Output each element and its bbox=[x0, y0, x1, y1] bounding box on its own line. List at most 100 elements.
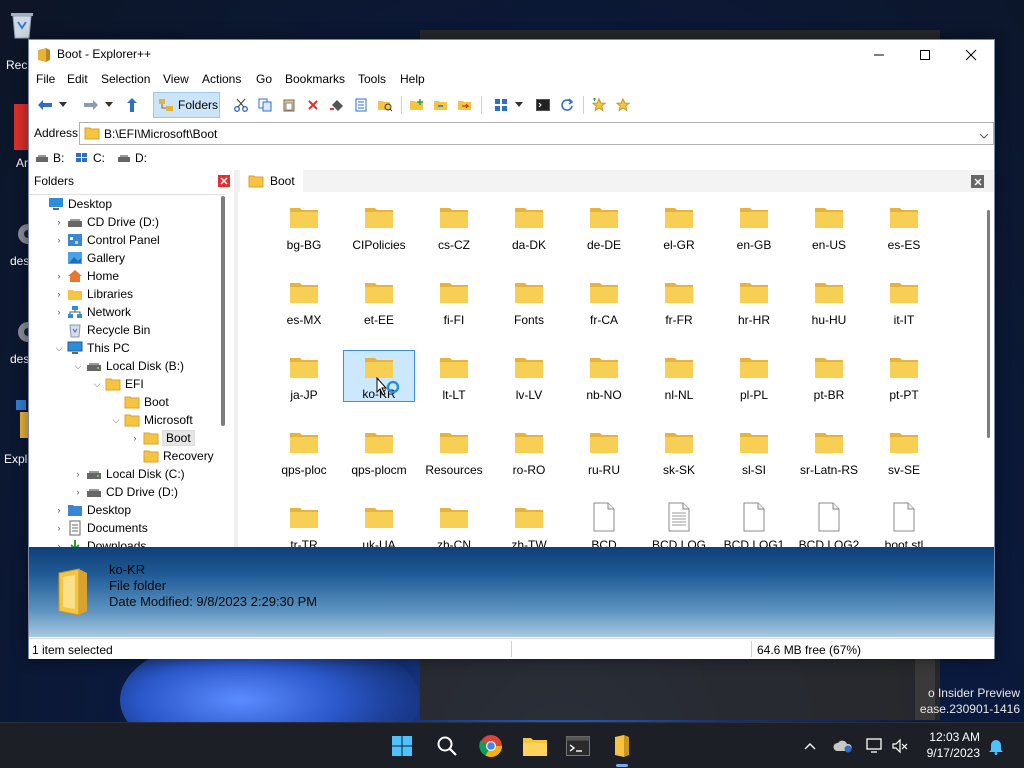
file-item-bcd[interactable]: BCD bbox=[568, 500, 640, 547]
folder-item-hr-hr[interactable]: hr-HR bbox=[718, 275, 790, 327]
chevron-down-icon[interactable]: ⌵ bbox=[53, 339, 65, 357]
properties-icon[interactable] bbox=[351, 95, 371, 115]
bookmark-add-icon[interactable] bbox=[589, 95, 609, 115]
folder-item-hu-hu[interactable]: hu-HU bbox=[793, 275, 865, 327]
folder-item-fr-ca[interactable]: fr-CA bbox=[568, 275, 640, 327]
app-desktop-icon[interactable] bbox=[14, 104, 28, 150]
menu-view[interactable]: View bbox=[163, 72, 189, 86]
folder-item-sr-latn-rs[interactable]: sr-Latn-RS bbox=[793, 425, 865, 477]
move-to-folder-icon[interactable] bbox=[455, 95, 475, 115]
volume-muted-icon[interactable] bbox=[888, 731, 912, 761]
refresh-icon[interactable] bbox=[557, 95, 577, 115]
folder-item-ko-kr[interactable]: ko-KR bbox=[343, 350, 415, 402]
folder-item-cipolicies[interactable]: CIPolicies bbox=[343, 200, 415, 252]
folder-item-tr-tr[interactable]: tr-TR bbox=[268, 500, 340, 547]
chevron-right-icon[interactable]: › bbox=[72, 483, 84, 501]
folders-pane-close-button[interactable] bbox=[218, 175, 230, 187]
folder-item-ru-ru[interactable]: ru-RU bbox=[568, 425, 640, 477]
views-dropdown-button[interactable] bbox=[513, 95, 525, 115]
drive-c-button[interactable]: C: bbox=[75, 151, 105, 165]
file-item-boot-stl[interactable]: boot.stl bbox=[868, 500, 940, 547]
menu-selection[interactable]: Selection bbox=[101, 72, 150, 86]
file-grid[interactable]: bg-BG CIPolicies cs-CZ da-DK de-DE el-GR en-GB… bbox=[238, 192, 983, 547]
tree-item-downloads[interactable]: › Downloads bbox=[53, 537, 146, 547]
start-icon[interactable] bbox=[387, 731, 417, 761]
cut-icon[interactable] bbox=[231, 95, 251, 115]
chevron-right-icon[interactable]: › bbox=[129, 429, 141, 447]
folder-item-es-mx[interactable]: es-MX bbox=[268, 275, 340, 327]
folder-item-lt-lt[interactable]: lt-LT bbox=[418, 350, 490, 402]
folder-item-da-dk[interactable]: da-DK bbox=[493, 200, 565, 252]
folder-item-es-es[interactable]: es-ES bbox=[868, 200, 940, 252]
file-item-bcd-log1[interactable]: BCD.LOG1 bbox=[718, 500, 790, 547]
new-folder-icon[interactable] bbox=[407, 95, 427, 115]
menu-go[interactable]: Go bbox=[256, 72, 272, 86]
tree-item-control-panel[interactable]: › Control Panel bbox=[53, 231, 160, 249]
menu-file[interactable]: File bbox=[36, 72, 55, 86]
folder-item-nb-no[interactable]: nb-NO bbox=[568, 350, 640, 402]
address-input[interactable]: B:\EFI\Microsoft\Boot bbox=[79, 122, 994, 145]
file-item-bcd-log2[interactable]: BCD.LOG2 bbox=[793, 500, 865, 547]
chevron-right-icon[interactable]: › bbox=[53, 537, 65, 547]
folder-item-el-gr[interactable]: el-GR bbox=[643, 200, 715, 252]
paste-icon[interactable] bbox=[279, 95, 299, 115]
menu-help[interactable]: Help bbox=[400, 72, 425, 86]
explorer-plus-plus-icon[interactable] bbox=[607, 731, 637, 761]
folder-item-fi-fi[interactable]: fi-FI bbox=[418, 275, 490, 327]
onedrive-icon[interactable] bbox=[831, 731, 855, 761]
tree-item-libraries[interactable]: › Libraries bbox=[53, 285, 134, 303]
folder-item-sv-se[interactable]: sv-SE bbox=[868, 425, 940, 477]
file-list-scrollbar[interactable] bbox=[987, 210, 990, 438]
tab-boot[interactable]: Boot bbox=[240, 170, 303, 192]
tree-item-gallery[interactable]: Gallery bbox=[53, 249, 125, 267]
tree-item-home[interactable]: › Home bbox=[53, 267, 120, 285]
views-icon[interactable] bbox=[491, 95, 511, 115]
chevron-right-icon[interactable]: › bbox=[53, 213, 65, 231]
chevron-down-icon[interactable]: ⌵ bbox=[110, 411, 122, 429]
forward-dropdown-button[interactable] bbox=[103, 95, 115, 115]
tree-item-network[interactable]: › Network bbox=[53, 303, 132, 321]
chevron-right-icon[interactable]: › bbox=[53, 519, 65, 537]
folder-item-fr-fr[interactable]: fr-FR bbox=[643, 275, 715, 327]
folder-item-zh-cn[interactable]: zh-CN bbox=[418, 500, 490, 547]
copy-to-folder-icon[interactable] bbox=[431, 95, 451, 115]
notification-bell-icon[interactable] bbox=[984, 731, 1008, 761]
chrome-icon[interactable] bbox=[476, 731, 506, 761]
folder-item-en-us[interactable]: en-US bbox=[793, 200, 865, 252]
folder-item-it-it[interactable]: it-IT bbox=[868, 275, 940, 327]
recycle-bin-desktop-icon[interactable] bbox=[8, 10, 36, 39]
up-button[interactable] bbox=[122, 95, 142, 115]
folder-item-cs-cz[interactable]: cs-CZ bbox=[418, 200, 490, 252]
folder-item-zh-tw[interactable]: zh-TW bbox=[493, 500, 565, 547]
tree-item-microsoft[interactable]: ⌵ Microsoft bbox=[110, 411, 193, 429]
back-button[interactable] bbox=[35, 95, 55, 115]
tree-item-cd-drive-d[interactable]: › CD Drive (D:) bbox=[53, 213, 160, 231]
delete-permanently-icon[interactable] bbox=[327, 95, 347, 115]
file-item-bcd-log[interactable]: BCD.LOG bbox=[643, 500, 715, 547]
chevron-right-icon[interactable]: › bbox=[53, 285, 65, 303]
search-folder-icon[interactable] bbox=[375, 95, 395, 115]
folder-item-pt-br[interactable]: pt-BR bbox=[793, 350, 865, 402]
folder-item-sk-sk[interactable]: sk-SK bbox=[643, 425, 715, 477]
minimize-button[interactable] bbox=[856, 40, 902, 69]
folder-tree[interactable]: Desktop › CD Drive (D:) › Control Panel Galle… bbox=[29, 194, 225, 547]
folder-item-uk-ua[interactable]: uk-UA bbox=[343, 500, 415, 547]
folder-item-et-ee[interactable]: et-EE bbox=[343, 275, 415, 327]
tab-close-button[interactable] bbox=[971, 175, 984, 188]
bookmarks-icon[interactable] bbox=[613, 95, 633, 115]
drive-d-button[interactable]: D: bbox=[117, 151, 147, 165]
tree-item-local-disk-b[interactable]: ⌵ Local Disk (B:) bbox=[72, 357, 184, 375]
chevron-right-icon[interactable]: › bbox=[72, 465, 84, 483]
menu-edit[interactable]: Edit bbox=[67, 72, 88, 86]
network-icon[interactable] bbox=[863, 731, 887, 761]
tree-item-documents[interactable]: › Documents bbox=[53, 519, 148, 537]
folder-item-ja-jp[interactable]: ja-JP bbox=[268, 350, 340, 402]
command-prompt-icon[interactable] bbox=[533, 95, 553, 115]
folder-item-qps-plocm[interactable]: qps-plocm bbox=[343, 425, 415, 477]
system-clock[interactable]: 12:03 AM 9/17/2023 bbox=[927, 729, 980, 761]
folder-item-fonts[interactable]: Fonts bbox=[493, 275, 565, 327]
tree-item-desktop[interactable]: Desktop bbox=[34, 195, 112, 213]
menu-tools[interactable]: Tools bbox=[358, 72, 386, 86]
menu-bookmarks[interactable]: Bookmarks bbox=[285, 72, 345, 86]
back-dropdown-button[interactable] bbox=[57, 95, 69, 115]
